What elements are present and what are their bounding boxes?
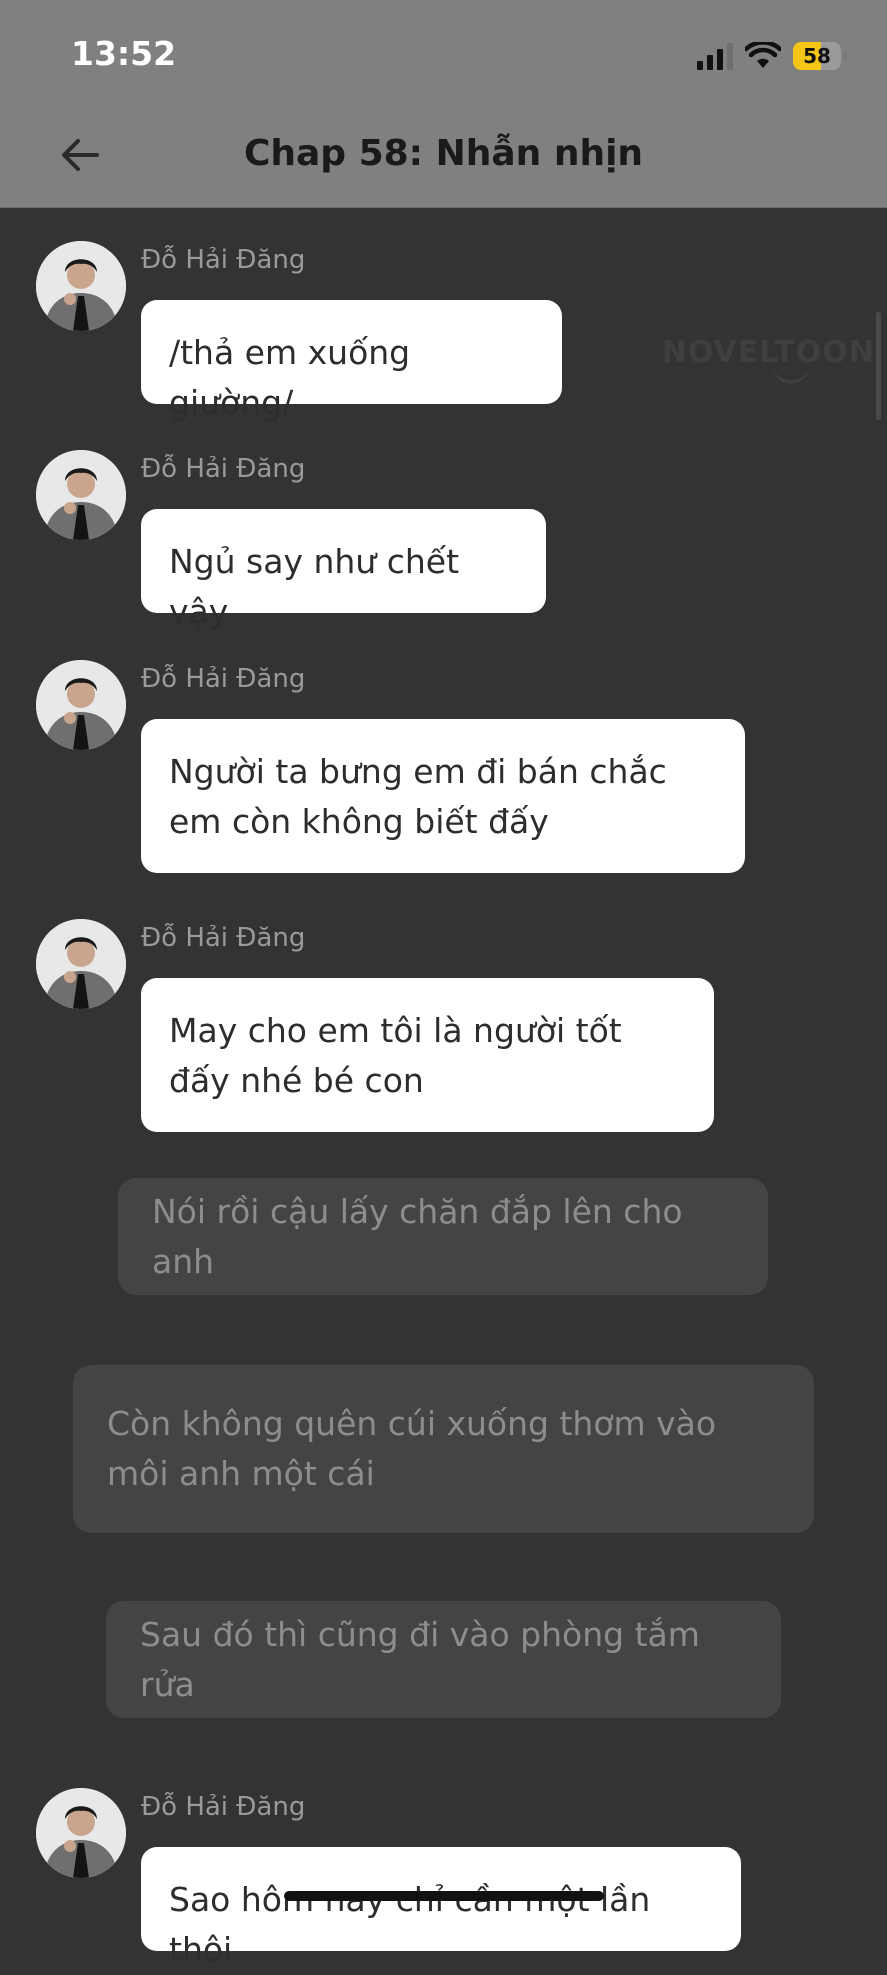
battery-icon: 58 — [793, 42, 841, 70]
chapter-header: Chap 58: Nhẫn nhịn — [0, 100, 887, 208]
message-bubble: /thả em xuống giường/ — [141, 300, 562, 422]
wifi-icon — [745, 42, 781, 68]
character-portrait-icon — [36, 241, 126, 331]
avatar[interactable] — [36, 1788, 126, 1878]
sender-name: Đỗ Hải Đăng — [141, 923, 306, 953]
battery-level: 58 — [803, 44, 831, 68]
character-portrait-icon — [36, 660, 126, 750]
avatar[interactable] — [36, 919, 126, 1009]
message-bubble: May cho em tôi là người tốt đấy nhé bé c… — [141, 978, 714, 1132]
character-portrait-icon — [36, 450, 126, 540]
message-bubble: Người ta bưng em đi bán chắc em còn khôn… — [141, 719, 745, 873]
scrollbar[interactable] — [876, 312, 881, 420]
noveltoon-watermark: NOVELTOON — [661, 335, 875, 370]
narration-bubble: Nói rồi cậu lấy chăn đắp lên cho anh — [118, 1178, 768, 1295]
character-portrait-icon — [36, 1788, 126, 1878]
status-bar: 13:52 58 — [0, 0, 887, 100]
sender-name: Đỗ Hải Đăng — [141, 664, 306, 694]
battery-tip — [843, 51, 847, 61]
narration-bubble: Sau đó thì cũng đi vào phòng tắm rửa — [106, 1601, 781, 1718]
sender-name: Đỗ Hải Đăng — [141, 454, 306, 484]
status-time: 13:52 — [71, 34, 177, 73]
home-indicator — [284, 1891, 604, 1901]
avatar[interactable] — [36, 450, 126, 540]
message-bubble: Ngủ say như chết vậy — [141, 509, 546, 631]
avatar[interactable] — [36, 241, 126, 331]
narration-bubble: Còn không quên cúi xuống thơm vào môi an… — [73, 1365, 814, 1533]
sender-name: Đỗ Hải Đăng — [141, 1792, 306, 1822]
page-title: Chap 58: Nhẫn nhịn — [243, 133, 644, 174]
watermark-smile-icon — [773, 366, 809, 384]
cellular-signal-icon — [697, 42, 733, 70]
avatar[interactable] — [36, 660, 126, 750]
status-icons: 58 — [697, 38, 847, 74]
character-portrait-icon — [36, 919, 126, 1009]
sender-name: Đỗ Hải Đăng — [141, 245, 306, 275]
